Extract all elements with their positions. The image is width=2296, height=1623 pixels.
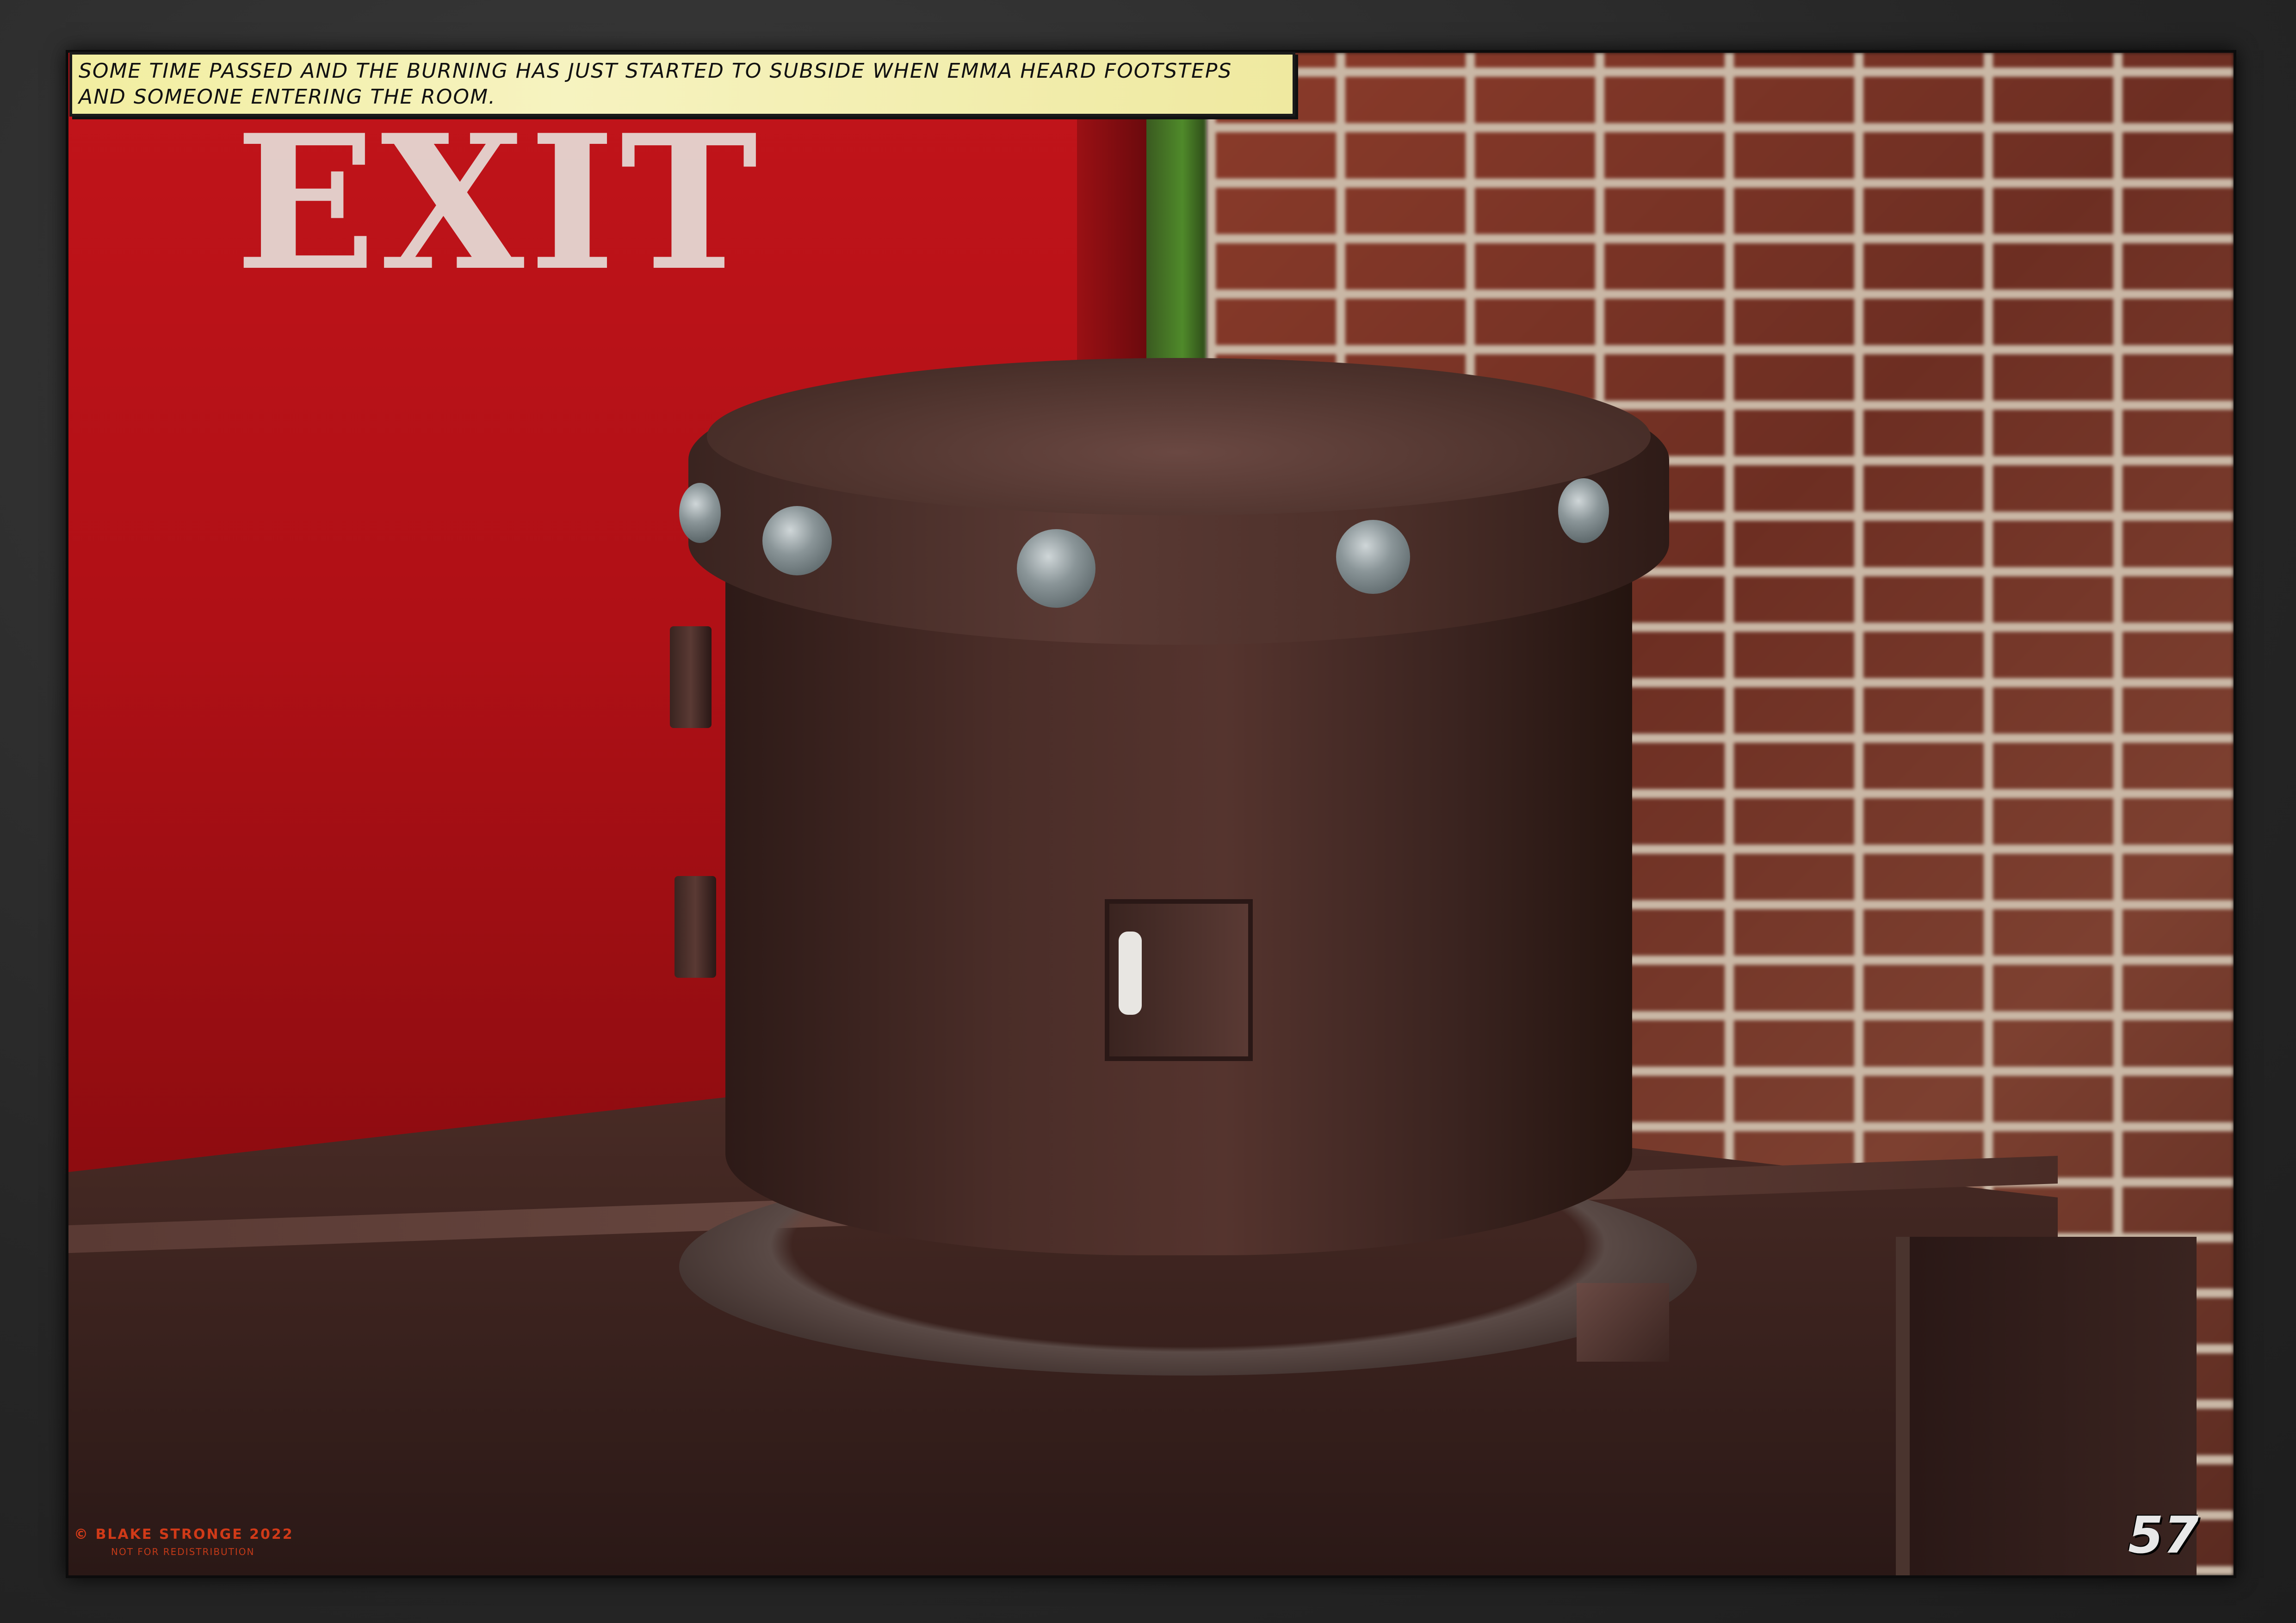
left-hinge-upper bbox=[670, 626, 712, 728]
copyright-notice: © Blake Stronge 2022 bbox=[74, 1526, 294, 1543]
caption-line-2: and someone entering the room. bbox=[79, 85, 496, 109]
comic-page: EXIT Some time passed and the burning ha… bbox=[0, 0, 2296, 1623]
rivet bbox=[679, 483, 721, 543]
rivet bbox=[762, 506, 832, 575]
exit-sign: EXIT bbox=[235, 94, 762, 312]
page-number: 57 bbox=[2128, 1506, 2199, 1565]
caption-line-1: Some time passed and the burning has jus… bbox=[79, 59, 1232, 83]
metal-block bbox=[1577, 1283, 1669, 1362]
left-hinge-lower bbox=[675, 876, 716, 978]
latch-slot bbox=[1119, 932, 1142, 1015]
drum-lid-top bbox=[707, 358, 1651, 515]
rivet bbox=[1336, 520, 1410, 594]
rivet bbox=[1558, 478, 1609, 543]
narration-caption: Some time passed and the burning has jus… bbox=[69, 52, 1295, 117]
redistribution-notice: Not for redistribution bbox=[111, 1546, 255, 1557]
comic-panel: EXIT bbox=[66, 50, 2236, 1578]
rivet bbox=[1017, 529, 1095, 608]
